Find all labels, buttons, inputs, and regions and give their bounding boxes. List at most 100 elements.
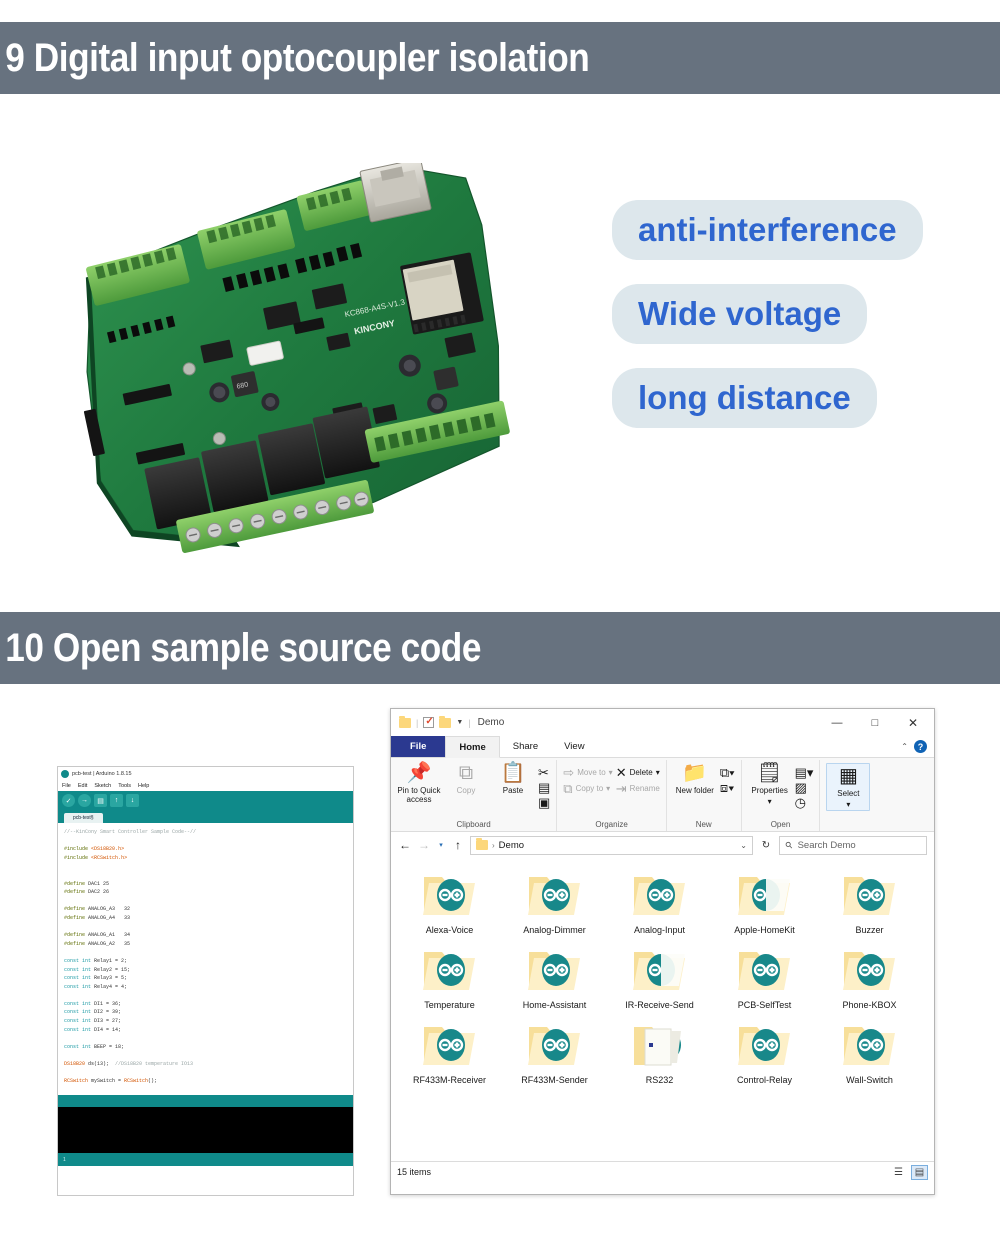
list-item[interactable]: Apple-HomeKit bbox=[712, 867, 817, 942]
refresh-icon[interactable]: ↻ bbox=[758, 840, 774, 851]
ribbon-group-label-clipboard: Clipboard bbox=[456, 820, 491, 829]
ribbon-group-label-new: New bbox=[695, 820, 712, 829]
quick-access-toolbar: | ▼ | bbox=[399, 715, 471, 728]
code-line: const int BEEP = 18; bbox=[64, 1043, 125, 1050]
list-item[interactable]: Wall-Switch bbox=[817, 1017, 922, 1092]
properties-button[interactable]: 🗒 Properties ▾ bbox=[748, 763, 792, 807]
list-item[interactable]: Alexa-Voice bbox=[397, 867, 502, 942]
list-item[interactable]: PCB-SelfTest bbox=[712, 942, 817, 1017]
address-input[interactable]: › Demo ⌄ bbox=[470, 835, 753, 855]
open-icon[interactable]: ↑ bbox=[110, 794, 123, 807]
save-icon[interactable]: ↓ bbox=[126, 794, 139, 807]
ribbon-group-new: 📁 New folder ⧉▾ ⧈▾ New bbox=[667, 760, 742, 831]
back-arrow-icon[interactable]: ← bbox=[398, 838, 412, 852]
forward-arrow-icon[interactable]: → bbox=[417, 838, 431, 852]
copy-path-icon[interactable]: ▤ bbox=[538, 781, 550, 794]
history-icon[interactable]: ◷ bbox=[795, 796, 814, 809]
list-item[interactable]: RS232 bbox=[607, 1017, 712, 1092]
select-icon: ▦ bbox=[838, 765, 858, 787]
cut-icon[interactable]: ✂ bbox=[538, 766, 550, 779]
folder-label: PCB-SelfTest bbox=[737, 1000, 792, 1010]
customize-caret-icon[interactable]: ▼ bbox=[456, 719, 463, 726]
folder-label: Alexa-Voice bbox=[425, 925, 474, 935]
explorer-status-bar: 15 items ☰ ▤ bbox=[391, 1161, 934, 1182]
ribbon-group-label-organize: Organize bbox=[595, 820, 628, 829]
arduino-code-editor[interactable]: //--KinCony Smart Controller Sample Code… bbox=[58, 823, 353, 1095]
move-to-icon: ⇨ bbox=[563, 765, 575, 780]
folder-label: Home-Assistant bbox=[522, 1000, 587, 1010]
paste-label: Paste bbox=[502, 786, 524, 795]
list-item[interactable]: Analog-Dimmer bbox=[502, 867, 607, 942]
code-line: const int DI1 = 36; bbox=[64, 1000, 122, 1007]
edit-icon[interactable]: ▨ bbox=[795, 781, 814, 794]
ribbon-tab-actions: ⌃ ? bbox=[901, 736, 934, 757]
tab-file[interactable]: File bbox=[391, 736, 446, 757]
rename-button[interactable]: ⇥ Rename bbox=[616, 782, 660, 795]
copy-button[interactable]: ⧉ Copy bbox=[444, 763, 488, 796]
pin-to-quick-access-button[interactable]: 📌 Pin to Quick access bbox=[397, 763, 441, 805]
folder-label: Apple-HomeKit bbox=[734, 925, 795, 935]
sketch-tab-pcb-test[interactable]: pcb-test§ bbox=[64, 813, 103, 823]
large-icons-view-icon[interactable]: ▤ bbox=[911, 1164, 928, 1180]
tab-view[interactable]: View bbox=[551, 736, 597, 757]
menu-item-sketch[interactable]: Sketch bbox=[94, 783, 111, 789]
section-banner-10: 10 Open sample source code bbox=[0, 612, 1000, 684]
chevron-down-icon[interactable]: ⌄ bbox=[740, 841, 747, 850]
list-item[interactable]: IR-Receive-Send bbox=[607, 942, 712, 1017]
help-icon[interactable]: ? bbox=[914, 740, 927, 753]
folder-icon[interactable] bbox=[399, 715, 411, 728]
list-item[interactable]: Buzzer bbox=[817, 867, 922, 942]
paste-button[interactable]: 📋 Paste bbox=[491, 763, 535, 796]
menu-item-edit[interactable]: Edit bbox=[78, 783, 87, 789]
paste-shortcut-icon[interactable]: ▣ bbox=[538, 796, 550, 809]
new-icon[interactable]: ▤ bbox=[94, 794, 107, 807]
open-with-icon[interactable]: ▤▾ bbox=[795, 766, 814, 779]
list-item[interactable]: Phone-KBOX bbox=[817, 942, 922, 1017]
arduino-menubar: File Edit Sketch Tools Help bbox=[58, 780, 353, 791]
new-item-icon[interactable]: ⧉▾ bbox=[720, 766, 735, 779]
maximize-button[interactable]: □ bbox=[856, 710, 894, 736]
arduino-window-title: pcb-test | Arduino 1.8.15 bbox=[72, 770, 132, 777]
verify-icon[interactable]: ✓ bbox=[62, 794, 75, 807]
collapse-ribbon-icon[interactable]: ⌃ bbox=[901, 742, 908, 751]
up-arrow-icon[interactable]: ↑ bbox=[451, 838, 465, 852]
arduino-folder-icon bbox=[527, 1027, 580, 1065]
easy-access-icon[interactable]: ⧈▾ bbox=[720, 781, 735, 794]
new-folder-icon[interactable] bbox=[439, 715, 452, 728]
list-item[interactable]: Temperature bbox=[397, 942, 502, 1017]
menu-item-file[interactable]: File bbox=[62, 783, 71, 789]
close-button[interactable]: ✕ bbox=[894, 710, 932, 736]
select-button[interactable]: ▦ Select ▾ bbox=[826, 763, 871, 811]
menu-item-help[interactable]: Help bbox=[138, 783, 149, 789]
recent-locations-icon[interactable]: ▾ bbox=[436, 841, 446, 849]
list-item[interactable]: RF433M-Receiver bbox=[397, 1017, 502, 1092]
file-list-view[interactable]: Alexa-Voice Analog-Dimmer Analog-Input A… bbox=[391, 858, 934, 1161]
code-line: const int DI2 = 39; bbox=[64, 1009, 122, 1016]
tab-share[interactable]: Share bbox=[500, 736, 551, 757]
list-item[interactable]: Analog-Input bbox=[607, 867, 712, 942]
tab-home[interactable]: Home bbox=[445, 736, 500, 758]
arduino-folder-icon bbox=[737, 952, 790, 990]
menu-item-tools[interactable]: Tools bbox=[118, 783, 131, 789]
section-title-9: 9 Digital input optocoupler isolation bbox=[5, 35, 590, 80]
folder-label: RS232 bbox=[645, 1075, 674, 1085]
section-banner-9: 9 Digital input optocoupler isolation bbox=[0, 22, 1000, 94]
copy-to-button[interactable]: ⧉ Copy to ▾ bbox=[563, 782, 612, 795]
code-line: #define ANALOG_A2 35 bbox=[64, 940, 131, 947]
delete-label: Delete bbox=[629, 768, 653, 777]
details-view-icon[interactable]: ☰ bbox=[890, 1165, 907, 1180]
breadcrumb-separator: › bbox=[492, 840, 495, 850]
address-bar: ← → ▾ ↑ › Demo ⌄ ↻ ⚲ Search Demo bbox=[391, 832, 934, 858]
upload-icon[interactable]: → bbox=[78, 794, 91, 807]
list-item[interactable]: Control-Relay bbox=[712, 1017, 817, 1092]
minimize-button[interactable]: — bbox=[818, 710, 856, 736]
new-folder-button[interactable]: 📁 New folder bbox=[673, 763, 717, 796]
delete-button[interactable]: ✕ Delete ▾ bbox=[616, 766, 660, 779]
list-item[interactable]: Home-Assistant bbox=[502, 942, 607, 1017]
search-input[interactable]: ⚲ Search Demo bbox=[779, 835, 927, 855]
move-to-button[interactable]: ⇨ Move to ▾ bbox=[563, 766, 612, 779]
properties-check-icon[interactable] bbox=[423, 716, 435, 728]
list-item[interactable]: RF433M-Sender bbox=[502, 1017, 607, 1092]
